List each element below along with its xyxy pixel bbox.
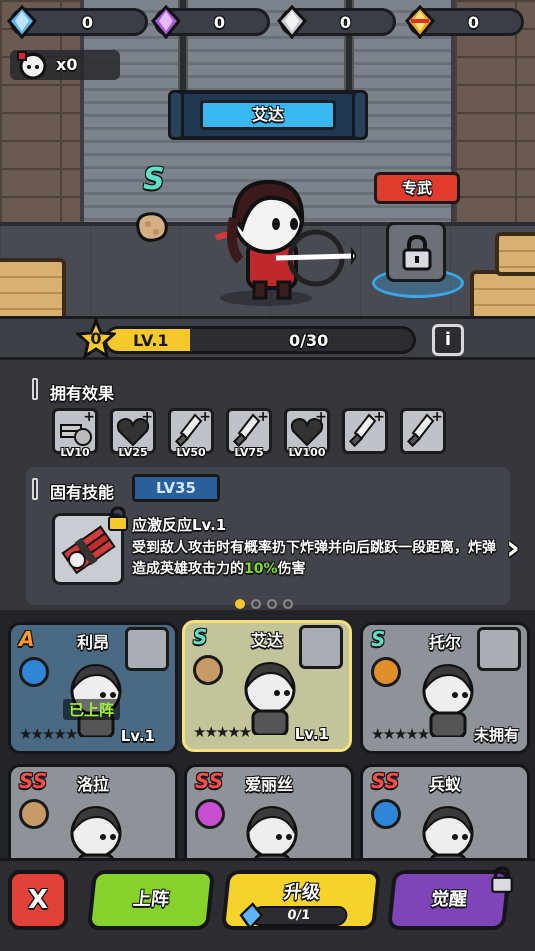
plus-icon: + bbox=[315, 409, 327, 425]
exclusive-weapon-button[interactable]: 专武 bbox=[374, 172, 460, 204]
plus-icon: + bbox=[373, 409, 385, 425]
currency-purple: 0 bbox=[151, 5, 270, 39]
element-orb-icon bbox=[195, 799, 225, 829]
crate-right bbox=[470, 270, 535, 318]
blue-gem-icon bbox=[239, 902, 264, 930]
level-label: LV.1 bbox=[133, 331, 169, 350]
owned-effect-level: LV100 bbox=[288, 446, 326, 459]
owned-effect-slot[interactable]: + bbox=[342, 408, 388, 454]
hero-card[interactable]: S 托尔 ★★★★★ 未拥有 bbox=[360, 622, 530, 754]
section-marker bbox=[32, 478, 38, 500]
hero-weapon-slot bbox=[299, 625, 343, 669]
plus-icon: + bbox=[431, 409, 443, 425]
hero-character-ada bbox=[214, 179, 356, 306]
currency-gold-value: 0 bbox=[467, 13, 479, 32]
hero-rank-badge: S bbox=[143, 162, 165, 197]
currency-silver-value: 0 bbox=[339, 13, 351, 32]
owned-effects-title: 拥有效果 bbox=[50, 384, 115, 403]
currency-silver: 0 bbox=[277, 5, 396, 39]
next-skill-arrow[interactable]: › bbox=[506, 528, 520, 568]
hero-card-name: 洛拉 bbox=[76, 775, 109, 794]
upgrade-button[interactable]: 升级 0/1 bbox=[220, 870, 382, 930]
deploy-button[interactable]: 上阵 bbox=[86, 870, 216, 930]
page-dot[interactable] bbox=[283, 599, 293, 609]
page-dot[interactable] bbox=[267, 599, 277, 609]
exclusive-weapon-slot[interactable] bbox=[386, 222, 446, 282]
blue-gem-icon bbox=[7, 5, 37, 39]
upgrade-label: 升级 bbox=[282, 882, 321, 903]
skill-unlock-level: LV35 bbox=[132, 474, 220, 502]
plus-icon: + bbox=[199, 409, 211, 425]
element-orb-icon bbox=[371, 657, 401, 687]
awaken-lock-icon bbox=[491, 866, 513, 893]
currency-gold: 0 bbox=[405, 5, 524, 39]
star-level-value: 0 bbox=[90, 329, 102, 348]
hero-card[interactable]: A 利昂 ★★★★★ Lv.1 已上阵 bbox=[8, 622, 178, 754]
owned-effect-level: LV25 bbox=[118, 446, 148, 459]
element-orb-icon bbox=[19, 657, 49, 687]
skill-desc-suffix: 伤害 bbox=[277, 561, 306, 577]
crate-right-top bbox=[495, 232, 535, 276]
level-strip: LV.1 0/30 0 i bbox=[0, 316, 535, 360]
owned-effect-level: LV50 bbox=[176, 446, 206, 459]
hero-card[interactable]: S 艾达 ★★★★★ Lv.1 bbox=[182, 620, 352, 752]
skill-desc-text: 受到敌人攻击时有概率扔下炸弹并向后跳跃一段距离，炸弹造成英雄攻击力的 bbox=[132, 540, 496, 577]
currency-purple-value: 0 bbox=[213, 13, 225, 32]
plus-icon: + bbox=[257, 409, 269, 425]
skill-description: 受到敌人攻击时有概率扔下炸弹并向后跳跃一段距离，炸弹造成英雄攻击力的10%伤害 bbox=[132, 538, 498, 580]
owned-effect-slot[interactable]: + bbox=[400, 408, 446, 454]
element-orb-icon bbox=[371, 799, 401, 829]
element-orb-icon bbox=[19, 799, 49, 829]
hero-card-deployed: 已上阵 bbox=[63, 699, 121, 720]
star-level-badge: 0 bbox=[74, 317, 118, 360]
hero-card-name: 爱丽丝 bbox=[244, 775, 293, 794]
crate-left bbox=[0, 258, 66, 318]
currency-blue-value: 0 bbox=[81, 13, 93, 32]
nameplate-cap-left bbox=[168, 90, 184, 140]
nameplate-cap-right bbox=[352, 90, 368, 140]
skill-name: 应激反应Lv.1 bbox=[132, 516, 227, 534]
hero-card-level: Lv.1 bbox=[294, 725, 329, 743]
hero-count-badge: x0 bbox=[10, 50, 120, 80]
hero-name: 艾达 bbox=[200, 100, 336, 130]
plus-icon: + bbox=[83, 409, 95, 425]
lock-icon bbox=[402, 235, 432, 271]
page-dot[interactable] bbox=[235, 599, 245, 609]
hero-count-value: x0 bbox=[56, 55, 78, 74]
hero-card-name: 兵蚁 bbox=[428, 775, 461, 794]
level-progress-text: 0/30 bbox=[289, 331, 329, 350]
purple-gem-icon bbox=[151, 5, 181, 39]
currency-blue: 0 bbox=[7, 5, 148, 39]
level-progress-bar: LV.1 0/30 bbox=[104, 326, 416, 354]
skill-damage-percent: 10% bbox=[244, 561, 278, 577]
section-marker bbox=[32, 378, 38, 400]
hero-card-status: 未拥有 bbox=[473, 726, 519, 744]
hero-card-level: Lv.1 bbox=[120, 727, 155, 745]
page-dot[interactable] bbox=[251, 599, 261, 609]
gold-gem-icon bbox=[405, 5, 435, 39]
owned-effect-level: LV10 bbox=[60, 446, 90, 459]
hero-avatar-icon bbox=[17, 51, 47, 80]
hero-info-button[interactable]: i bbox=[432, 324, 464, 356]
hero-card-stars: ★★★★★ bbox=[19, 725, 78, 743]
innate-skill-title: 固有技能 bbox=[50, 483, 115, 502]
earth-element-icon bbox=[136, 212, 168, 242]
skill-icon-slot[interactable] bbox=[52, 506, 128, 585]
owned-effect-level: LV75 bbox=[234, 446, 264, 459]
close-button[interactable]: X bbox=[8, 870, 68, 930]
hero-card-stars: ★★★★★ bbox=[371, 725, 430, 743]
hero-nameplate: 艾达 bbox=[168, 90, 368, 140]
silver-gem-icon bbox=[277, 5, 307, 39]
hero-card-stars: ★★★★★ bbox=[193, 723, 252, 741]
plus-icon: + bbox=[141, 409, 153, 425]
hero-weapon-slot bbox=[477, 627, 521, 671]
skill-lock-icon bbox=[108, 506, 128, 531]
upgrade-cost-bar: 0/1 bbox=[239, 902, 349, 930]
hero-weapon-slot bbox=[125, 627, 169, 671]
upgrade-cost-value: 0/1 bbox=[286, 908, 312, 923]
element-orb-icon bbox=[193, 655, 223, 685]
